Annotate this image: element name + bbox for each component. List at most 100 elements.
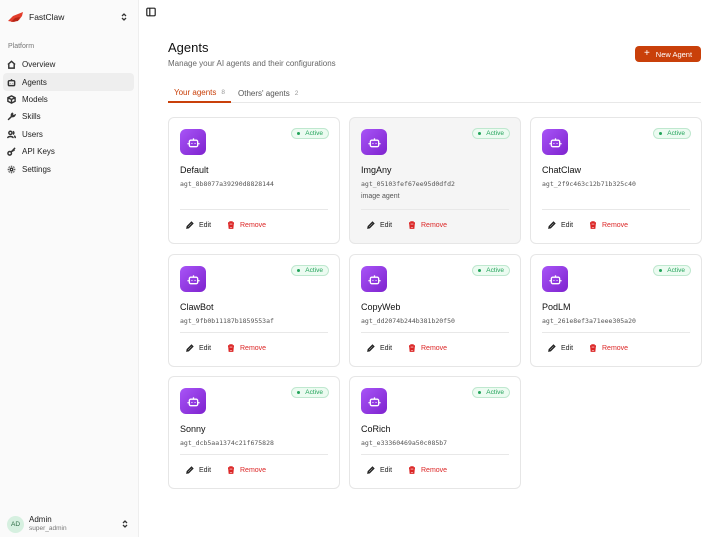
agent-tabs: Your agents 8 Others' agents 2 [168,84,701,103]
edit-label: Edit [380,344,393,352]
edit-button[interactable]: Edit [186,221,227,229]
status-dot [297,269,301,272]
bot-icon [180,266,206,292]
card-actions: Edit Remove [542,218,628,232]
sidebar-item-api-keys[interactable]: API Keys [3,143,134,160]
card-actions: Edit Remove [361,341,447,355]
brand-switcher[interactable]: FastClaw [7,9,131,25]
sidebar-item-label: Settings [22,164,51,174]
bot-icon [542,266,568,292]
status-dot [478,269,482,272]
agent-card[interactable]: Active ImgAny agt_05103fef67ee95d0dfd2 imag… [349,117,521,244]
plus-icon: + [643,48,650,59]
remove-button[interactable]: Remove [589,221,628,229]
remove-button[interactable]: Remove [227,344,266,352]
pencil-icon [548,221,561,229]
remove-button[interactable]: Remove [227,221,266,229]
sidebar-item-skills[interactable]: Skills [3,108,134,125]
edit-button[interactable]: Edit [367,466,408,474]
trash-icon [408,344,421,352]
agent-id: agt_2f9c463c12b71b325c40 [542,180,636,188]
sidebar-toggle-icon[interactable] [146,7,156,17]
status-text: Active [305,130,323,137]
page-title: Agents [168,40,209,55]
edit-button[interactable]: Edit [186,466,227,474]
bot-icon [542,129,568,155]
status-badge: Active [472,128,510,139]
bot-icon [361,266,387,292]
trash-icon [408,221,421,229]
remove-button[interactable]: Remove [227,466,266,474]
remove-button[interactable]: Remove [408,466,447,474]
new-agent-button[interactable]: + New Agent [635,46,701,62]
edit-button[interactable]: Edit [186,344,227,352]
status-text: Active [305,267,323,274]
remove-label: Remove [421,221,448,229]
edit-label: Edit [199,466,212,474]
box-icon [7,95,16,104]
pencil-icon [548,344,561,352]
user-name: Admin [29,515,52,524]
card-divider [361,454,509,455]
pencil-icon [367,221,380,229]
remove-button[interactable]: Remove [408,221,447,229]
agent-card[interactable]: Active ChatClaw agt_2f9c463c12b71b325c40 Ed… [530,117,702,244]
edit-label: Edit [561,221,574,229]
remove-button[interactable]: Remove [408,344,447,352]
edit-button[interactable]: Edit [548,344,589,352]
gear-icon [7,165,16,173]
agent-card[interactable]: Active ClawBot agt_9fb0b11187b1859553af Edi… [168,254,340,367]
bot-icon [180,129,206,155]
remove-label: Remove [602,344,629,352]
trash-icon [227,344,240,352]
status-badge: Active [653,128,691,139]
pencil-icon [186,221,199,229]
agent-name: Default [180,165,209,175]
agent-id: agt_9fb0b11187b1859553af [180,317,274,325]
sidebar-item-users[interactable]: Users [3,126,134,143]
sidebar-item-label: Models [22,94,48,104]
status-badge: Active [291,265,329,276]
sidebar-item-overview[interactable]: Overview [3,56,134,73]
status-dot [297,132,301,135]
agent-card[interactable]: Active CopyWeb agt_dd2074b244b381b20f50 Edi… [349,254,521,367]
key-icon [7,147,16,156]
remove-button[interactable]: Remove [589,344,628,352]
edit-label: Edit [380,466,393,474]
tab-others-agents[interactable]: Others' agents 2 [232,84,304,103]
tab-your-agents[interactable]: Your agents 8 [168,84,232,103]
edit-button[interactable]: Edit [367,344,408,352]
fastclaw-logo-icon [8,12,23,22]
agent-name: ChatClaw [542,165,582,175]
sidebar-item-agents[interactable]: Agents [3,73,134,91]
agent-card[interactable]: Active PodLM agt_261e8ef3a71eee305a20 Edit R… [530,254,702,367]
agent-card[interactable]: Active Default agt_8b8077a39290d8828144 Edi… [168,117,340,244]
remove-label: Remove [240,344,267,352]
tab-count: 8 [221,89,226,96]
agent-card[interactable]: Active CoRich agt_e33360469a50c085b7 Edit Re… [349,376,521,489]
sidebar-item-settings[interactable]: Settings [3,160,134,177]
status-text: Active [486,267,504,274]
status-text: Active [667,130,685,137]
status-dot [478,132,482,135]
home-icon [7,60,16,70]
card-divider [361,332,509,333]
trash-icon [589,221,602,229]
user-menu[interactable]: AD Admin super_admin [7,514,133,534]
status-dot [297,391,301,394]
sidebar-item-models[interactable]: Models [3,91,134,108]
agent-id: agt_e33360469a50c085b7 [361,439,448,447]
edit-button[interactable]: Edit [367,221,408,229]
edit-label: Edit [199,221,212,229]
card-divider [542,209,690,210]
card-actions: Edit Remove [361,463,447,477]
user-info: Admin super_admin [29,515,67,533]
agent-id: agt_05103fef67ee95d0dfd2 [361,180,455,188]
edit-button[interactable]: Edit [548,221,589,229]
bot-icon [361,129,387,155]
card-divider [361,209,509,210]
sidebar-item-label: Skills [22,112,41,122]
remove-label: Remove [602,221,629,229]
edit-label: Edit [199,344,212,352]
agent-card[interactable]: Active Sonny agt_dcb5aa1374c21f675828 Edit R… [168,376,340,489]
